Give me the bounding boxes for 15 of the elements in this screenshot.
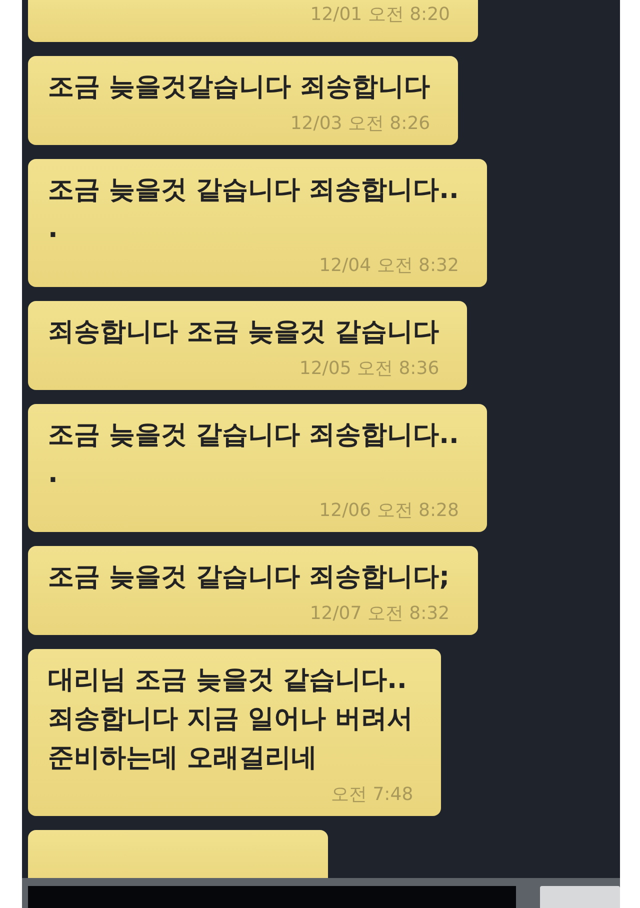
message-time: 12/03 오전 8:26 xyxy=(290,112,430,135)
message-text: 대리님 조금 늦을것 같습니다.. 죄송합니다 지금 일어나 버려서 준비하는데 오래걸리네 xyxy=(48,664,414,775)
message-time: 12/01 오전 8:20 xyxy=(310,3,450,26)
message-time: 12/07 오전 8:32 xyxy=(310,602,450,625)
message-time: 12/05 오전 8:36 xyxy=(299,357,440,380)
message-text: 조금 늦을것 같습니다 죄송합니다.. . xyxy=(48,174,459,246)
message-input-field[interactable] xyxy=(28,886,516,908)
message-time: 오전 7:48 xyxy=(331,783,414,806)
message-text: 조금 늦을것 같습니다 죄송합니다; xyxy=(48,561,450,594)
message-text: 조금 늦을것같습니다 죄송합니다 xyxy=(48,71,430,104)
message-text: 조금 늦을것 같습니다 죄송합니다.. . xyxy=(48,419,459,491)
send-button[interactable] xyxy=(540,886,620,908)
message-time: 12/06 오전 8:28 xyxy=(319,499,459,522)
message-text: 죄송합니다 조금 늦을것 같습니다 xyxy=(48,316,440,349)
message-time: 12/04 오전 8:32 xyxy=(319,254,459,277)
